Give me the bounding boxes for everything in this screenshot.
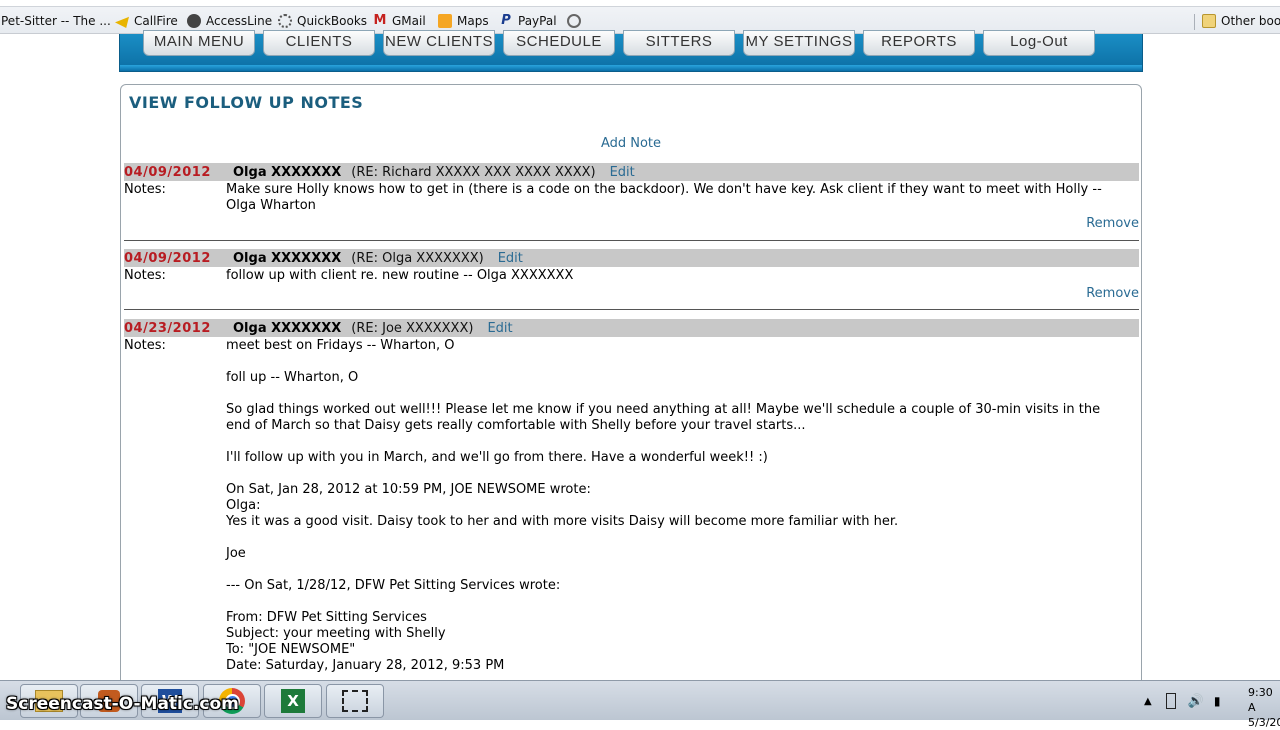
note-item: 04/23/2012 Olga XXXXXXX (RE: Joe XXXXXXX… <box>124 319 1139 674</box>
folder-icon <box>1202 14 1216 28</box>
nav-reports[interactable]: REPORTS <box>863 30 975 56</box>
screencast-watermark: Screencast-O-Matic.com <box>6 694 239 714</box>
bookmark-globe[interactable] <box>567 12 586 30</box>
system-tray: ▲ 🔊 ▮ <box>1144 681 1221 721</box>
note-date: 04/23/2012 <box>124 320 211 336</box>
add-note-link[interactable]: Add Note <box>121 136 1141 151</box>
notes-label: Notes: <box>124 268 166 283</box>
notes-label: Notes: <box>124 338 166 353</box>
screencast-icon <box>342 690 368 712</box>
bookmark-gmail[interactable]: M GMail <box>373 12 426 30</box>
note-text: follow up with client re. new routine --… <box>226 268 574 283</box>
note-edit-link[interactable]: Edit <box>487 321 512 336</box>
note-divider <box>124 309 1139 310</box>
note-regarding: (RE: Joe XXXXXXX) <box>351 320 474 336</box>
note-text: Make sure Holly knows how to get in (the… <box>226 182 1102 213</box>
note-edit-link[interactable]: Edit <box>610 165 635 180</box>
globe-icon <box>567 14 581 28</box>
taskbar-screencast[interactable] <box>326 684 384 718</box>
bookmarks-bar: Pet-Sitter -- The ... CallFire AccessLin… <box>0 0 1280 34</box>
nav-log-out[interactable]: Log-Out <box>983 30 1095 56</box>
maps-icon <box>438 14 452 28</box>
nav-sitters[interactable]: SITTERS <box>623 30 735 56</box>
note-divider <box>124 240 1139 241</box>
bookmark-maps[interactable]: Maps <box>438 12 489 30</box>
note-header: 04/09/2012 Olga XXXXXXX (RE: Richard XXX… <box>124 163 1139 181</box>
note-regarding: (RE: Olga XXXXXXX) <box>351 250 484 266</box>
note-body: Notes: meet best on Fridays -- Wharton, … <box>124 338 1139 674</box>
volume-icon[interactable]: 🔊 <box>1188 694 1204 709</box>
bookmark-quickbooks[interactable]: QuickBooks <box>278 12 367 30</box>
accessline-icon <box>187 14 201 28</box>
bookmark-paypal[interactable]: P PayPal <box>499 12 556 30</box>
follow-up-notes-panel: VIEW FOLLOW UP NOTES Add Note 04/09/2012… <box>120 84 1142 704</box>
network-icon[interactable]: ▮ <box>1214 694 1221 708</box>
nav-new-clients[interactable]: NEW CLIENTS <box>383 30 495 56</box>
note-text: meet best on Fridays -- Wharton, O foll … <box>226 338 1101 673</box>
note-item: 04/09/2012 Olga XXXXXXX (RE: Richard XXX… <box>124 163 1139 231</box>
note-author: Olga XXXXXXX <box>233 320 342 336</box>
quickbooks-icon <box>278 14 292 28</box>
note-regarding: (RE: Richard XXXXX XXX XXXX XXXX) <box>351 164 596 180</box>
paypal-icon: P <box>501 13 511 28</box>
note-author: Olga XXXXXXX <box>233 164 342 180</box>
show-hidden-icons-icon[interactable]: ▲ <box>1144 696 1152 707</box>
address-bar-edge[interactable] <box>0 0 1280 7</box>
bookmark-other-folder[interactable]: Other book <box>1202 12 1280 30</box>
note-header: 04/09/2012 Olga XXXXXXX (RE: Olga XXXXXX… <box>124 249 1139 267</box>
page-title: VIEW FOLLOW UP NOTES <box>129 93 364 112</box>
note-author: Olga XXXXXXX <box>233 250 342 266</box>
system-clock[interactable]: 9:30 A 5/3/20 <box>1248 685 1280 730</box>
notes-label: Notes: <box>124 182 166 197</box>
nav-clients[interactable]: CLIENTS <box>263 30 375 56</box>
nav-schedule[interactable]: SCHEDULE <box>503 30 615 56</box>
battery-icon[interactable] <box>1165 693 1176 709</box>
excel-icon: X <box>281 689 305 713</box>
bookmarks-separator <box>1194 14 1195 30</box>
note-remove-link[interactable]: Remove <box>1086 216 1139 231</box>
note-body: Notes: Make sure Holly knows how to get … <box>124 182 1139 214</box>
taskbar-excel[interactable]: X <box>264 684 322 718</box>
bookmark-pet-sitter[interactable]: Pet-Sitter -- The ... <box>1 12 111 30</box>
nav-main-menu[interactable]: MAIN MENU <box>143 30 255 56</box>
nav-my-settings[interactable]: MY SETTINGS <box>743 30 855 56</box>
nav-bottom-bar <box>120 65 1142 71</box>
bookmark-accessline[interactable]: AccessLine <box>187 12 272 30</box>
main-nav: MAIN MENU CLIENTS NEW CLIENTS SCHEDULE S… <box>119 30 1143 72</box>
note-item: 04/09/2012 Olga XXXXXXX (RE: Olga XXXXXX… <box>124 249 1139 301</box>
gmail-icon: M <box>373 13 387 28</box>
bookmark-callfire[interactable]: CallFire <box>115 12 178 30</box>
note-remove-link[interactable]: Remove <box>1086 286 1139 301</box>
note-body: Notes: follow up with client re. new rou… <box>124 268 1139 284</box>
callfire-icon <box>115 16 129 28</box>
note-header: 04/23/2012 Olga XXXXXXX (RE: Joe XXXXXXX… <box>124 319 1139 337</box>
note-date: 04/09/2012 <box>124 250 211 266</box>
note-date: 04/09/2012 <box>124 164 211 180</box>
note-edit-link[interactable]: Edit <box>498 251 523 266</box>
